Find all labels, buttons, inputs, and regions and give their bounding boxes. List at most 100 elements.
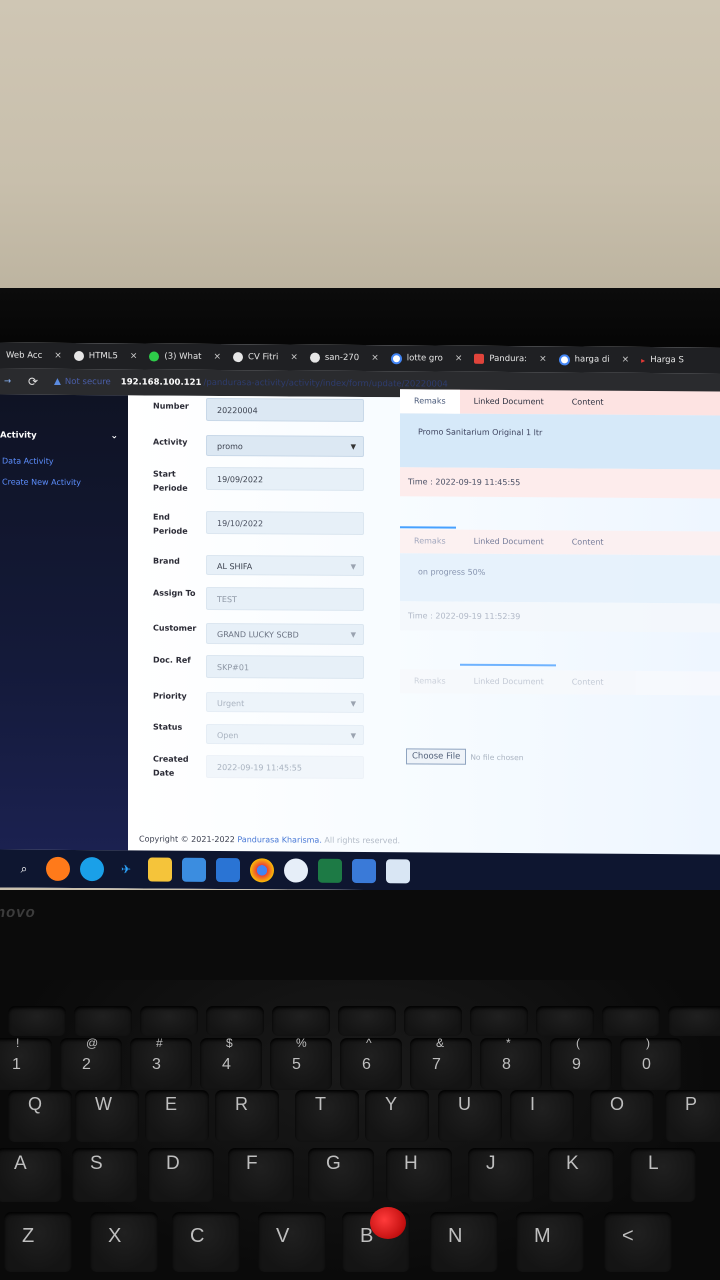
key-label: % — [296, 1036, 307, 1050]
keyboard-key — [148, 1148, 214, 1202]
tab-label: Pandura: — [489, 353, 528, 365]
search-icon[interactable]: ⌕ — [12, 857, 36, 881]
edge-icon[interactable] — [80, 857, 104, 882]
tab-remaks[interactable]: Remaks — [400, 669, 460, 693]
created-date-field[interactable]: 2022-09-19 11:45:55 — [206, 754, 364, 780]
footer-rights: All rights reserved. — [324, 835, 401, 846]
close-icon[interactable]: × — [290, 353, 298, 363]
doc-ref-field[interactable]: SKP#01 — [206, 654, 364, 680]
app-icon[interactable] — [216, 857, 240, 883]
tab-label: lotte gro — [406, 353, 443, 364]
tab-linked-document[interactable]: Linked Document — [460, 670, 558, 695]
end-periode-label: End Periode — [153, 512, 188, 536]
web-page: Activity ⌄ Data Activity Create New Acti… — [0, 389, 720, 855]
key-label: X — [108, 1225, 122, 1247]
keyboard-key — [536, 1006, 594, 1036]
key-label: U — [458, 1094, 471, 1114]
status-select[interactable]: Open ▼ — [206, 723, 364, 746]
tab-content[interactable]: Content — [558, 670, 618, 694]
keyboard-key — [295, 1090, 359, 1142]
close-icon[interactable]: × — [54, 351, 62, 361]
pin-icon[interactable]: ✈ — [114, 857, 138, 881]
chrome-icon[interactable] — [250, 858, 274, 883]
browser-tab[interactable]: lotte gro × — [385, 345, 469, 372]
browser-tab[interactable]: CV Fitri × — [227, 344, 304, 371]
sidebar-item-data-activity[interactable]: Data Activity — [2, 457, 54, 466]
keyboard-key — [550, 1038, 612, 1090]
remote-desktop-icon[interactable] — [386, 859, 410, 884]
keyboard-key — [668, 1006, 720, 1036]
youtube-icon: ▸ — [641, 355, 646, 365]
browser-tab[interactable]: Web Acc × — [0, 342, 68, 368]
top-bezel — [0, 288, 720, 350]
choose-file-button[interactable]: Choose File — [406, 748, 467, 765]
customer-select[interactable]: GRAND LUCKY SCBD ▼ — [206, 622, 364, 646]
priority-label: Priority — [153, 691, 187, 701]
cloud-app-icon[interactable] — [284, 858, 308, 883]
google-icon — [558, 353, 570, 365]
remarks-panel-2: Remaks Linked Document Content on progre… — [400, 529, 720, 633]
browser-tab[interactable]: harga di × — [553, 346, 636, 373]
key-label: * — [506, 1036, 511, 1050]
tab-linked-document[interactable]: Linked Document — [460, 390, 558, 415]
forward-arrow-icon[interactable]: → — [4, 377, 22, 387]
close-icon[interactable]: × — [455, 354, 463, 364]
file-explorer-icon[interactable] — [148, 857, 172, 882]
tab-remaks[interactable]: Remaks — [400, 529, 460, 553]
brand-label: Brand — [153, 556, 180, 566]
assign-to-field[interactable]: TEST — [206, 586, 364, 612]
key-label: @ — [86, 1036, 99, 1050]
close-icon[interactable]: × — [371, 353, 379, 363]
priority-select[interactable]: Urgent ▼ — [206, 691, 364, 714]
file-status: No file chosen — [470, 752, 524, 762]
number-field[interactable]: 20220004 — [206, 397, 364, 423]
browser-tab[interactable]: HTML5 × — [68, 343, 144, 370]
reload-icon[interactable]: ⟳ — [22, 375, 44, 389]
key-label: ) — [646, 1036, 650, 1050]
excel-icon[interactable] — [318, 858, 342, 883]
key-label: I — [530, 1094, 536, 1114]
tab-remaks[interactable]: Remaks — [400, 389, 460, 414]
dropdown-arrow-icon: ▼ — [350, 562, 356, 571]
tab-linked-document[interactable]: Linked Document — [460, 530, 558, 555]
key-label: 1 — [12, 1056, 21, 1073]
close-icon[interactable]: × — [539, 354, 547, 364]
security-status[interactable]: Not secure — [65, 377, 111, 387]
close-icon[interactable]: × — [213, 352, 221, 362]
keyboard-key — [8, 1006, 66, 1036]
browser-tab[interactable]: Pandura: × — [468, 346, 552, 373]
browser-tab[interactable]: san-270 × — [304, 345, 385, 372]
browser-tab[interactable]: ▸ Harga S — [635, 347, 690, 373]
sidebar-item-create-new-activity[interactable]: Create New Activity — [2, 478, 81, 488]
start-periode-field[interactable]: 19/09/2022 — [206, 466, 364, 492]
brand-select[interactable]: AL SHIFA ▼ — [206, 554, 364, 577]
close-icon[interactable]: × — [622, 355, 630, 365]
tab-label: san-270 — [324, 352, 360, 363]
url-path[interactable]: /pandurasa-activity/activity/index/form/… — [203, 378, 447, 390]
close-icon[interactable]: × — [130, 351, 138, 361]
calculator-icon[interactable] — [352, 858, 376, 884]
key-label: J — [486, 1153, 496, 1174]
end-periode-field[interactable]: 19/10/2022 — [206, 510, 364, 536]
activity-select[interactable]: promo ▼ — [206, 434, 364, 458]
tab-content[interactable]: Content — [558, 390, 618, 414]
keyboard-key — [228, 1148, 294, 1202]
dropdown-arrow-icon: ▼ — [350, 731, 356, 740]
keyboard-key — [258, 1212, 326, 1272]
customer-select-value: GRAND LUCKY SCBD — [217, 630, 299, 640]
browser-tab[interactable]: (3) What × — [143, 343, 227, 370]
priority-select-value: Urgent — [217, 699, 245, 709]
trackpoint — [370, 1207, 406, 1239]
key-label: # — [156, 1036, 163, 1050]
key-label: 3 — [152, 1056, 161, 1073]
sidebar-menu-activity[interactable]: Activity ⌄ — [0, 430, 124, 441]
firefox-icon[interactable] — [46, 856, 70, 881]
footer-company-link[interactable]: Pandurasa Kharisma. — [237, 835, 322, 845]
network-icon[interactable] — [182, 857, 206, 882]
key-label: G — [326, 1153, 341, 1174]
url-host[interactable]: 192.168.100.121 — [121, 377, 202, 388]
tab-content[interactable]: Content — [558, 530, 618, 554]
warning-icon[interactable]: ▲ — [54, 377, 61, 387]
key-label: & — [436, 1036, 445, 1050]
key-label: N — [448, 1225, 463, 1247]
